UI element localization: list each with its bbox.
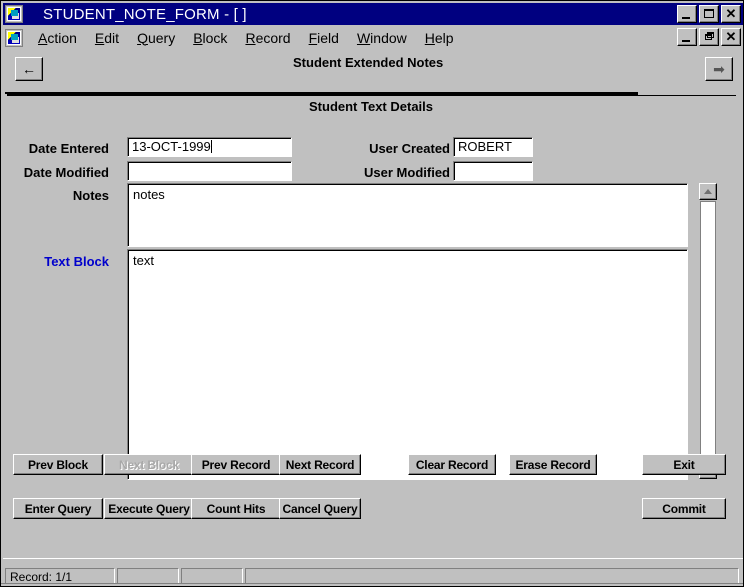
menu-item-query[interactable]: Query: [128, 29, 184, 47]
user-modified-input[interactable]: [453, 161, 533, 181]
menu-item-action[interactable]: Action: [29, 29, 86, 47]
notes-textarea[interactable]: notes: [127, 183, 688, 247]
window-title: STUDENT_NOTE_FORM - [ ]: [43, 5, 247, 23]
menu-item-record[interactable]: Record: [236, 29, 299, 47]
chevron-up-icon: [704, 188, 712, 194]
date-entered-value: 13-OCT-1999: [132, 139, 211, 154]
left-arrow-icon: ←: [22, 61, 36, 77]
date-modified-label: Date Modified: [23, 165, 109, 180]
execute-query-button[interactable]: Execute Query: [104, 498, 194, 519]
scrollbar-track[interactable]: [700, 201, 716, 461]
text-block-value: text: [133, 253, 154, 268]
menu-item-block[interactable]: Block: [184, 29, 236, 47]
minimize-button[interactable]: [677, 5, 697, 23]
form-document-icon-glyph: [7, 30, 21, 45]
menu-accel-edit: E: [94, 29, 105, 46]
application-icon[interactable]: [5, 5, 23, 23]
tab-gap: [638, 92, 743, 95]
next-record-button[interactable]: Next Record: [279, 454, 361, 475]
form-document-icon[interactable]: [5, 28, 23, 47]
menu-accel-window: W: [356, 29, 371, 46]
menu-accel-block: B: [193, 29, 203, 46]
back-arrow-button[interactable]: ←: [15, 57, 43, 81]
application-icon-glyph: [7, 7, 21, 21]
menu-item-field[interactable]: Field: [300, 29, 348, 47]
close-button[interactable]: ✕: [721, 5, 741, 23]
mdi-window-controls: ✕: [677, 28, 741, 46]
text-block-label: Text Block: [44, 254, 109, 269]
text-block-textarea[interactable]: text: [127, 249, 688, 480]
menu-rest-field: ield: [317, 29, 339, 46]
menu-item-window[interactable]: Window: [348, 29, 416, 47]
forward-arrow-button[interactable]: ➡: [705, 57, 733, 81]
clear-record-button[interactable]: Clear Record: [408, 454, 496, 475]
status-bar-divider: [3, 558, 743, 561]
window-bottom-edge: [1, 583, 743, 586]
exit-button[interactable]: Exit: [642, 454, 726, 475]
menu-accel-field: F: [308, 29, 318, 46]
menu-rest-help: elp: [434, 29, 454, 46]
menu-rest-record: ecord: [255, 29, 291, 46]
menu-rest-query: uery: [147, 29, 176, 46]
cancel-query-button[interactable]: Cancel Query: [279, 498, 361, 519]
menu-item-help[interactable]: Help: [416, 29, 463, 47]
maximize-button[interactable]: [699, 5, 719, 23]
title-bar: STUDENT_NOTE_FORM - [ ] ✕: [3, 3, 743, 25]
right-arrow-icon: ➡: [713, 61, 725, 77]
menu-accel-record: R: [245, 29, 256, 46]
date-entered-label: Date Entered: [28, 141, 109, 156]
user-created-input[interactable]: ROBERT: [453, 137, 533, 157]
form-client-area: ← ➡ Student Extended Notes Current Semes…: [5, 50, 743, 556]
menu-rest-window: indow: [370, 29, 407, 46]
menu-rest-block: lock: [202, 29, 228, 46]
status-bar: Record: 1/1: [3, 558, 743, 586]
scroll-up-button[interactable]: [699, 183, 717, 200]
menu-rest-action: ction: [47, 29, 77, 46]
canvas-title: Student Text Details: [309, 99, 434, 114]
vertical-scrollbar[interactable]: [699, 183, 717, 479]
menu-bar: Action Edit Query Block Record Field Win…: [3, 26, 743, 49]
application-window: STUDENT_NOTE_FORM - [ ] ✕ Action Edit Qu…: [0, 0, 744, 587]
mdi-minimize-button[interactable]: [677, 28, 697, 46]
date-entered-input[interactable]: 13-OCT-1999: [127, 137, 292, 157]
window-controls: ✕: [677, 5, 741, 23]
next-block-button: Next Block: [104, 454, 194, 475]
text-caret: [210, 140, 212, 153]
date-modified-input[interactable]: [127, 161, 292, 181]
menu-item-edit[interactable]: Edit: [86, 29, 128, 47]
menu-rest-edit: dit: [104, 29, 120, 46]
menu-accel-query: Q: [137, 29, 148, 46]
mdi-close-button[interactable]: ✕: [721, 28, 741, 46]
enter-query-button[interactable]: Enter Query: [13, 498, 103, 519]
form-header-title: Student Extended Notes: [293, 55, 444, 70]
commit-button[interactable]: Commit: [642, 498, 726, 519]
prev-block-button[interactable]: Prev Block: [13, 454, 103, 475]
mdi-restore-button[interactable]: [699, 28, 719, 46]
menu-accel-action: A: [38, 29, 48, 46]
user-modified-label: User Modified: [364, 165, 450, 180]
count-hits-button[interactable]: Count Hits: [191, 498, 281, 519]
menu-items: Action Edit Query Block Record Field Win…: [29, 29, 463, 47]
prev-record-button[interactable]: Prev Record: [191, 454, 281, 475]
user-created-label: User Created: [369, 141, 450, 156]
menu-accel-help: H: [424, 29, 435, 46]
notes-label: Notes: [72, 188, 109, 203]
erase-record-button[interactable]: Erase Record: [509, 454, 597, 475]
